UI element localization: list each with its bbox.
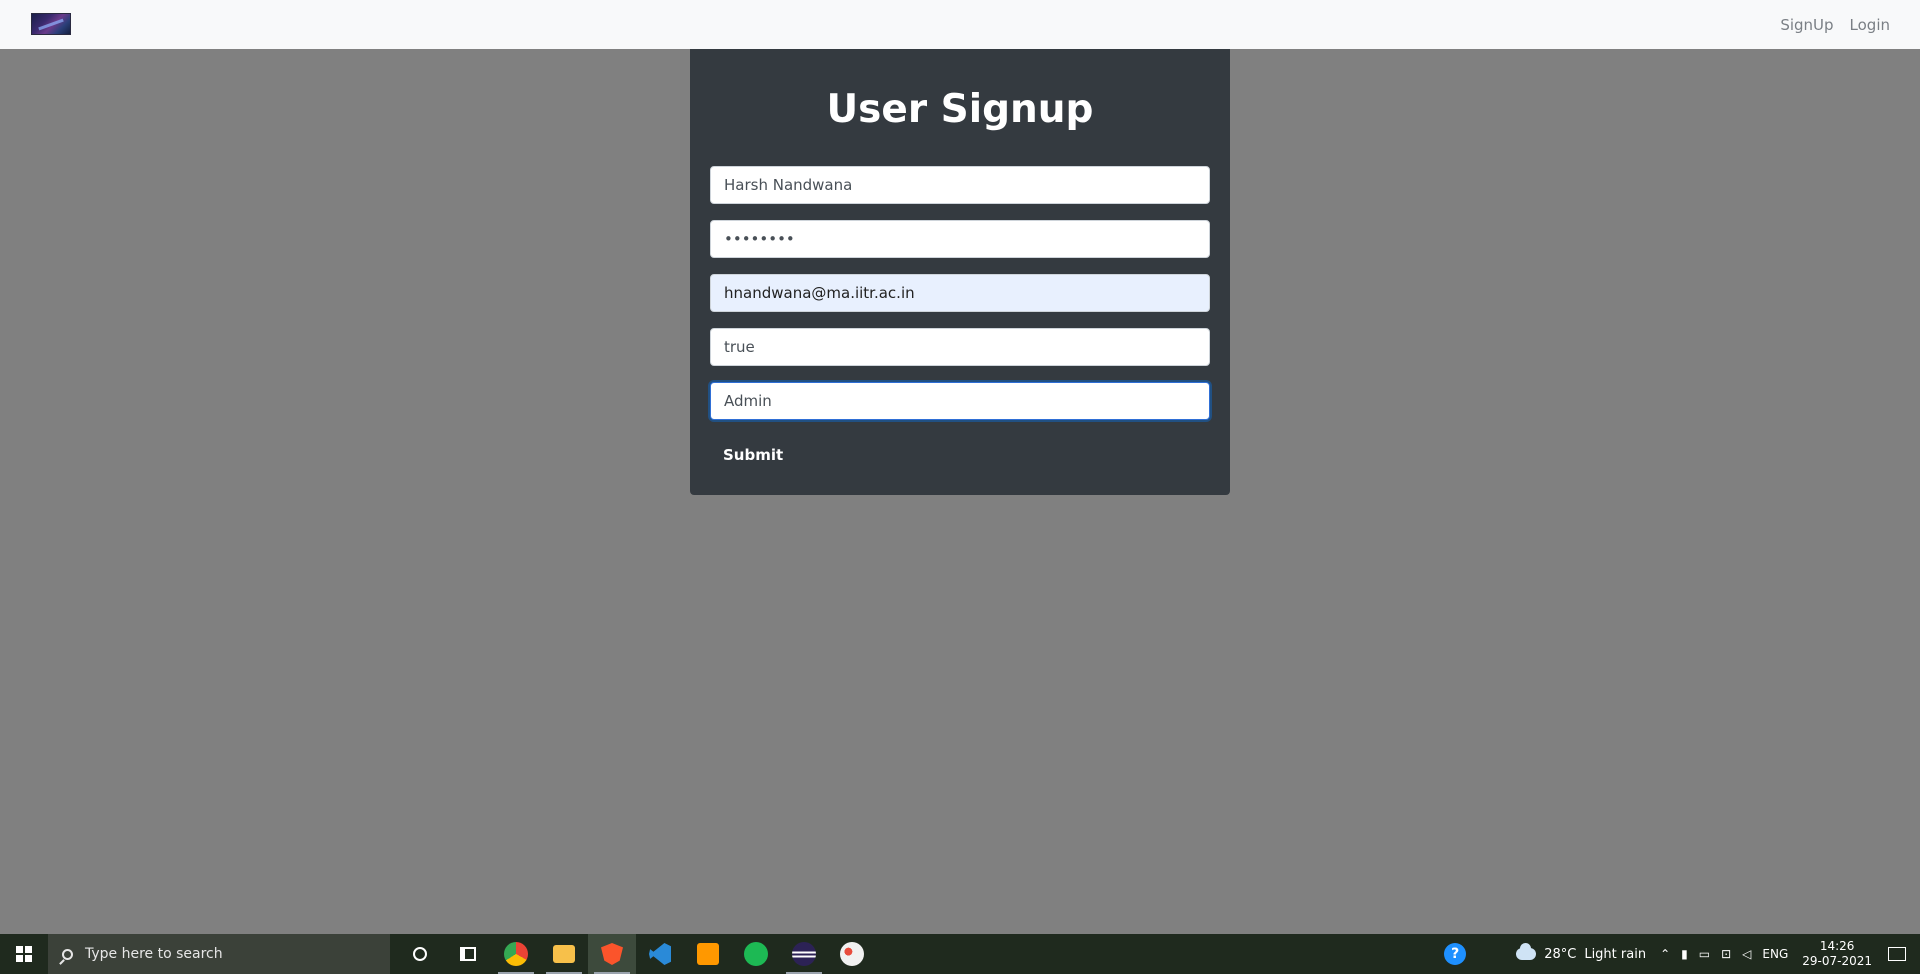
logo-streak [38,18,64,31]
signup-link[interactable]: SignUp [1780,16,1833,34]
volume-icon[interactable]: ◁ [1742,947,1751,961]
chevron-up-icon[interactable]: ⌃ [1660,947,1670,961]
vscode-icon[interactable] [636,934,684,974]
role-field[interactable] [710,382,1210,420]
file-explorer-icon[interactable] [540,934,588,974]
search-placeholder: Type here to search [85,946,223,962]
battery-icon[interactable]: ▭ [1699,947,1710,961]
language-indicator[interactable]: ENG [1762,947,1788,961]
cortana-icon[interactable] [396,934,444,974]
task-view-icon[interactable] [444,934,492,974]
paint-icon[interactable] [828,934,876,974]
weather-temperature: 28°C [1544,946,1577,962]
system-tray: ? 28°C Light rain ⌃ ▮ ▭ ⊡ ◁ ENG 14:26 29… [1444,934,1920,974]
top-navbar: SignUp Login [0,0,1920,49]
windows-icon [16,946,32,962]
clock-time: 14:26 [1819,939,1855,953]
flag-field[interactable] [710,328,1210,366]
name-field[interactable] [710,166,1210,204]
taskbar-search[interactable]: Type here to search [48,934,390,974]
chrome-icon[interactable] [492,934,540,974]
clock-date: 29-07-2021 [1802,954,1872,968]
sublime-text-icon[interactable] [684,934,732,974]
help-icon[interactable]: ? [1444,943,1467,965]
microphone-icon[interactable]: ▮ [1681,947,1688,961]
taskbar-apps [396,934,876,974]
password-field[interactable] [710,220,1210,258]
submit-button[interactable]: Submit [710,437,796,473]
eclipse-icon[interactable] [780,934,828,974]
signup-card: User Signup Submit [690,49,1230,495]
email-field[interactable] [710,274,1210,312]
login-link[interactable]: Login [1850,16,1890,34]
brave-icon[interactable] [588,934,636,974]
start-button[interactable] [0,934,48,974]
nav-links: SignUp Login [1780,0,1890,49]
search-icon [62,948,73,960]
weather-condition: Light rain [1584,946,1647,962]
spotify-icon[interactable] [732,934,780,974]
page-title: User Signup [826,87,1094,132]
taskbar: Type here to search ? 28°C Light rain ⌃ … [0,934,1920,974]
cloud-icon [1516,943,1537,960]
weather-widget[interactable]: 28°C Light rain [1516,943,1647,962]
network-icon[interactable]: ⊡ [1721,947,1731,961]
tray-icons: ⌃ ▮ ▭ ⊡ ◁ ENG [1660,947,1788,961]
notification-icon[interactable] [1888,947,1906,961]
brand-logo[interactable] [31,13,71,35]
clock[interactable]: 14:26 29-07-2021 [1802,939,1872,969]
